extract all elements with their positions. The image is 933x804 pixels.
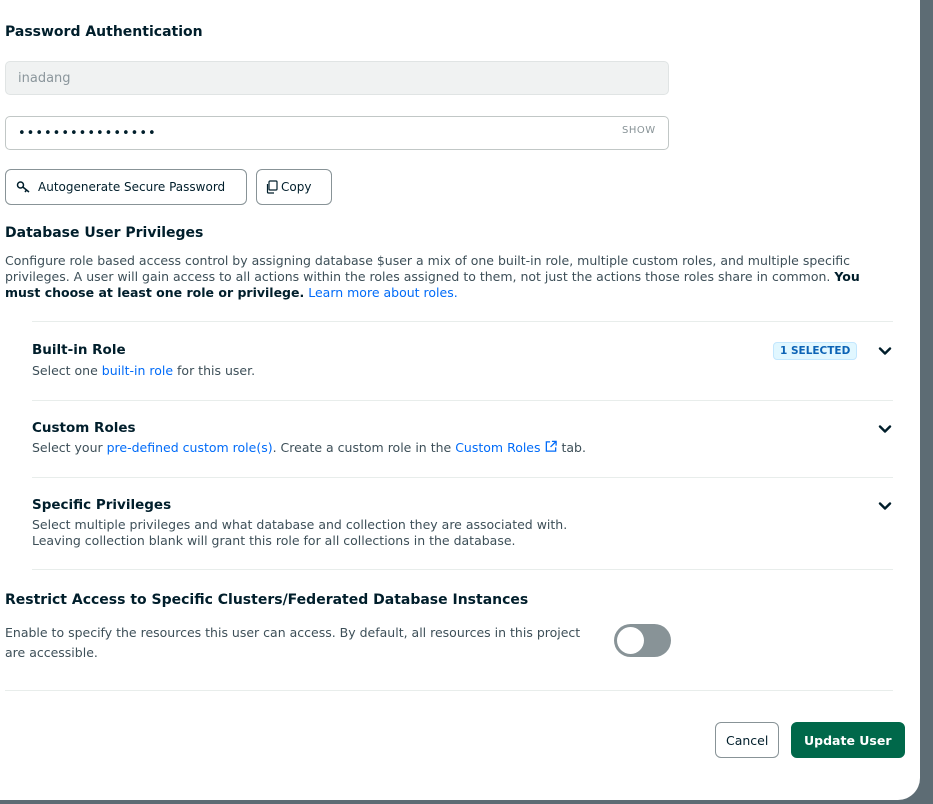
restrict-access-description: Enable to specify the resources this use…: [5, 623, 605, 663]
divider: [32, 400, 893, 401]
restrict-desc-line1: Enable to specify the resources this use…: [5, 625, 581, 640]
chevron-down-icon[interactable]: [877, 421, 893, 437]
builtin-role-sub-post: for this user.: [173, 363, 256, 378]
custom-roles-tab-link[interactable]: Custom Roles: [455, 440, 557, 455]
copy-label: Copy: [281, 180, 312, 194]
privileges-description-text: Configure role based access control by a…: [5, 253, 851, 284]
divider: [32, 321, 893, 322]
external-link-icon: [545, 440, 557, 452]
custom-roles-sub-mid: . Create a custom role in the: [272, 440, 456, 455]
custom-roles-sub-pre: Select your: [32, 440, 107, 455]
copy-button[interactable]: Copy: [256, 169, 332, 205]
divider: [32, 477, 893, 478]
restrict-desc-line2: are accessible.: [5, 645, 98, 660]
custom-roles-tab-link-label: Custom Roles: [455, 440, 541, 455]
specific-privileges-title: Specific Privileges: [32, 497, 172, 513]
chevron-down-icon[interactable]: [877, 498, 893, 514]
builtin-role-subtitle: Select one built-in role for this user.: [32, 363, 255, 379]
selected-count-badge: 1 SELECTED: [773, 342, 858, 360]
custom-roles-subtitle: Select your pre-defined custom role(s). …: [32, 440, 586, 456]
builtin-role-link[interactable]: built-in role: [102, 363, 173, 378]
specific-privileges-subtitle: Select multiple privileges and what data…: [32, 517, 567, 549]
divider: [32, 569, 893, 570]
toggle-knob: [617, 627, 644, 654]
chevron-down-icon[interactable]: [877, 343, 893, 359]
key-icon: [16, 181, 30, 193]
autogenerate-password-button[interactable]: Autogenerate Secure Password: [5, 169, 247, 205]
builtin-role-sub-pre: Select one: [32, 363, 102, 378]
custom-roles-sub-post: tab.: [557, 440, 586, 455]
privileges-description: Configure role based access control by a…: [5, 253, 895, 301]
update-user-button[interactable]: Update User: [791, 722, 905, 758]
edit-user-modal: Password Authentication SHOW Autogenerat…: [0, 0, 920, 800]
learn-more-roles-link[interactable]: Learn more about roles.: [308, 285, 457, 300]
password-input[interactable]: [5, 116, 669, 150]
autogenerate-label: Autogenerate Secure Password: [38, 180, 226, 194]
predefined-custom-roles-link[interactable]: pre-defined custom role(s): [107, 440, 273, 455]
divider: [5, 690, 893, 691]
privileges-heading: Database User Privileges: [5, 225, 204, 241]
specific-privileges-line2: Leaving collection blank will grant this…: [32, 533, 516, 548]
custom-roles-title: Custom Roles: [32, 420, 136, 436]
cancel-button[interactable]: Cancel: [715, 722, 780, 758]
restrict-access-heading: Restrict Access to Specific Clusters/Fed…: [5, 592, 529, 608]
restrict-access-toggle[interactable]: [614, 624, 671, 657]
builtin-role-title: Built-in Role: [32, 342, 126, 358]
show-password-button[interactable]: SHOW: [622, 125, 656, 136]
copy-icon: [266, 180, 278, 194]
password-auth-heading: Password Authentication: [5, 24, 203, 40]
username-input[interactable]: [5, 61, 669, 95]
specific-privileges-line1: Select multiple privileges and what data…: [32, 517, 568, 532]
